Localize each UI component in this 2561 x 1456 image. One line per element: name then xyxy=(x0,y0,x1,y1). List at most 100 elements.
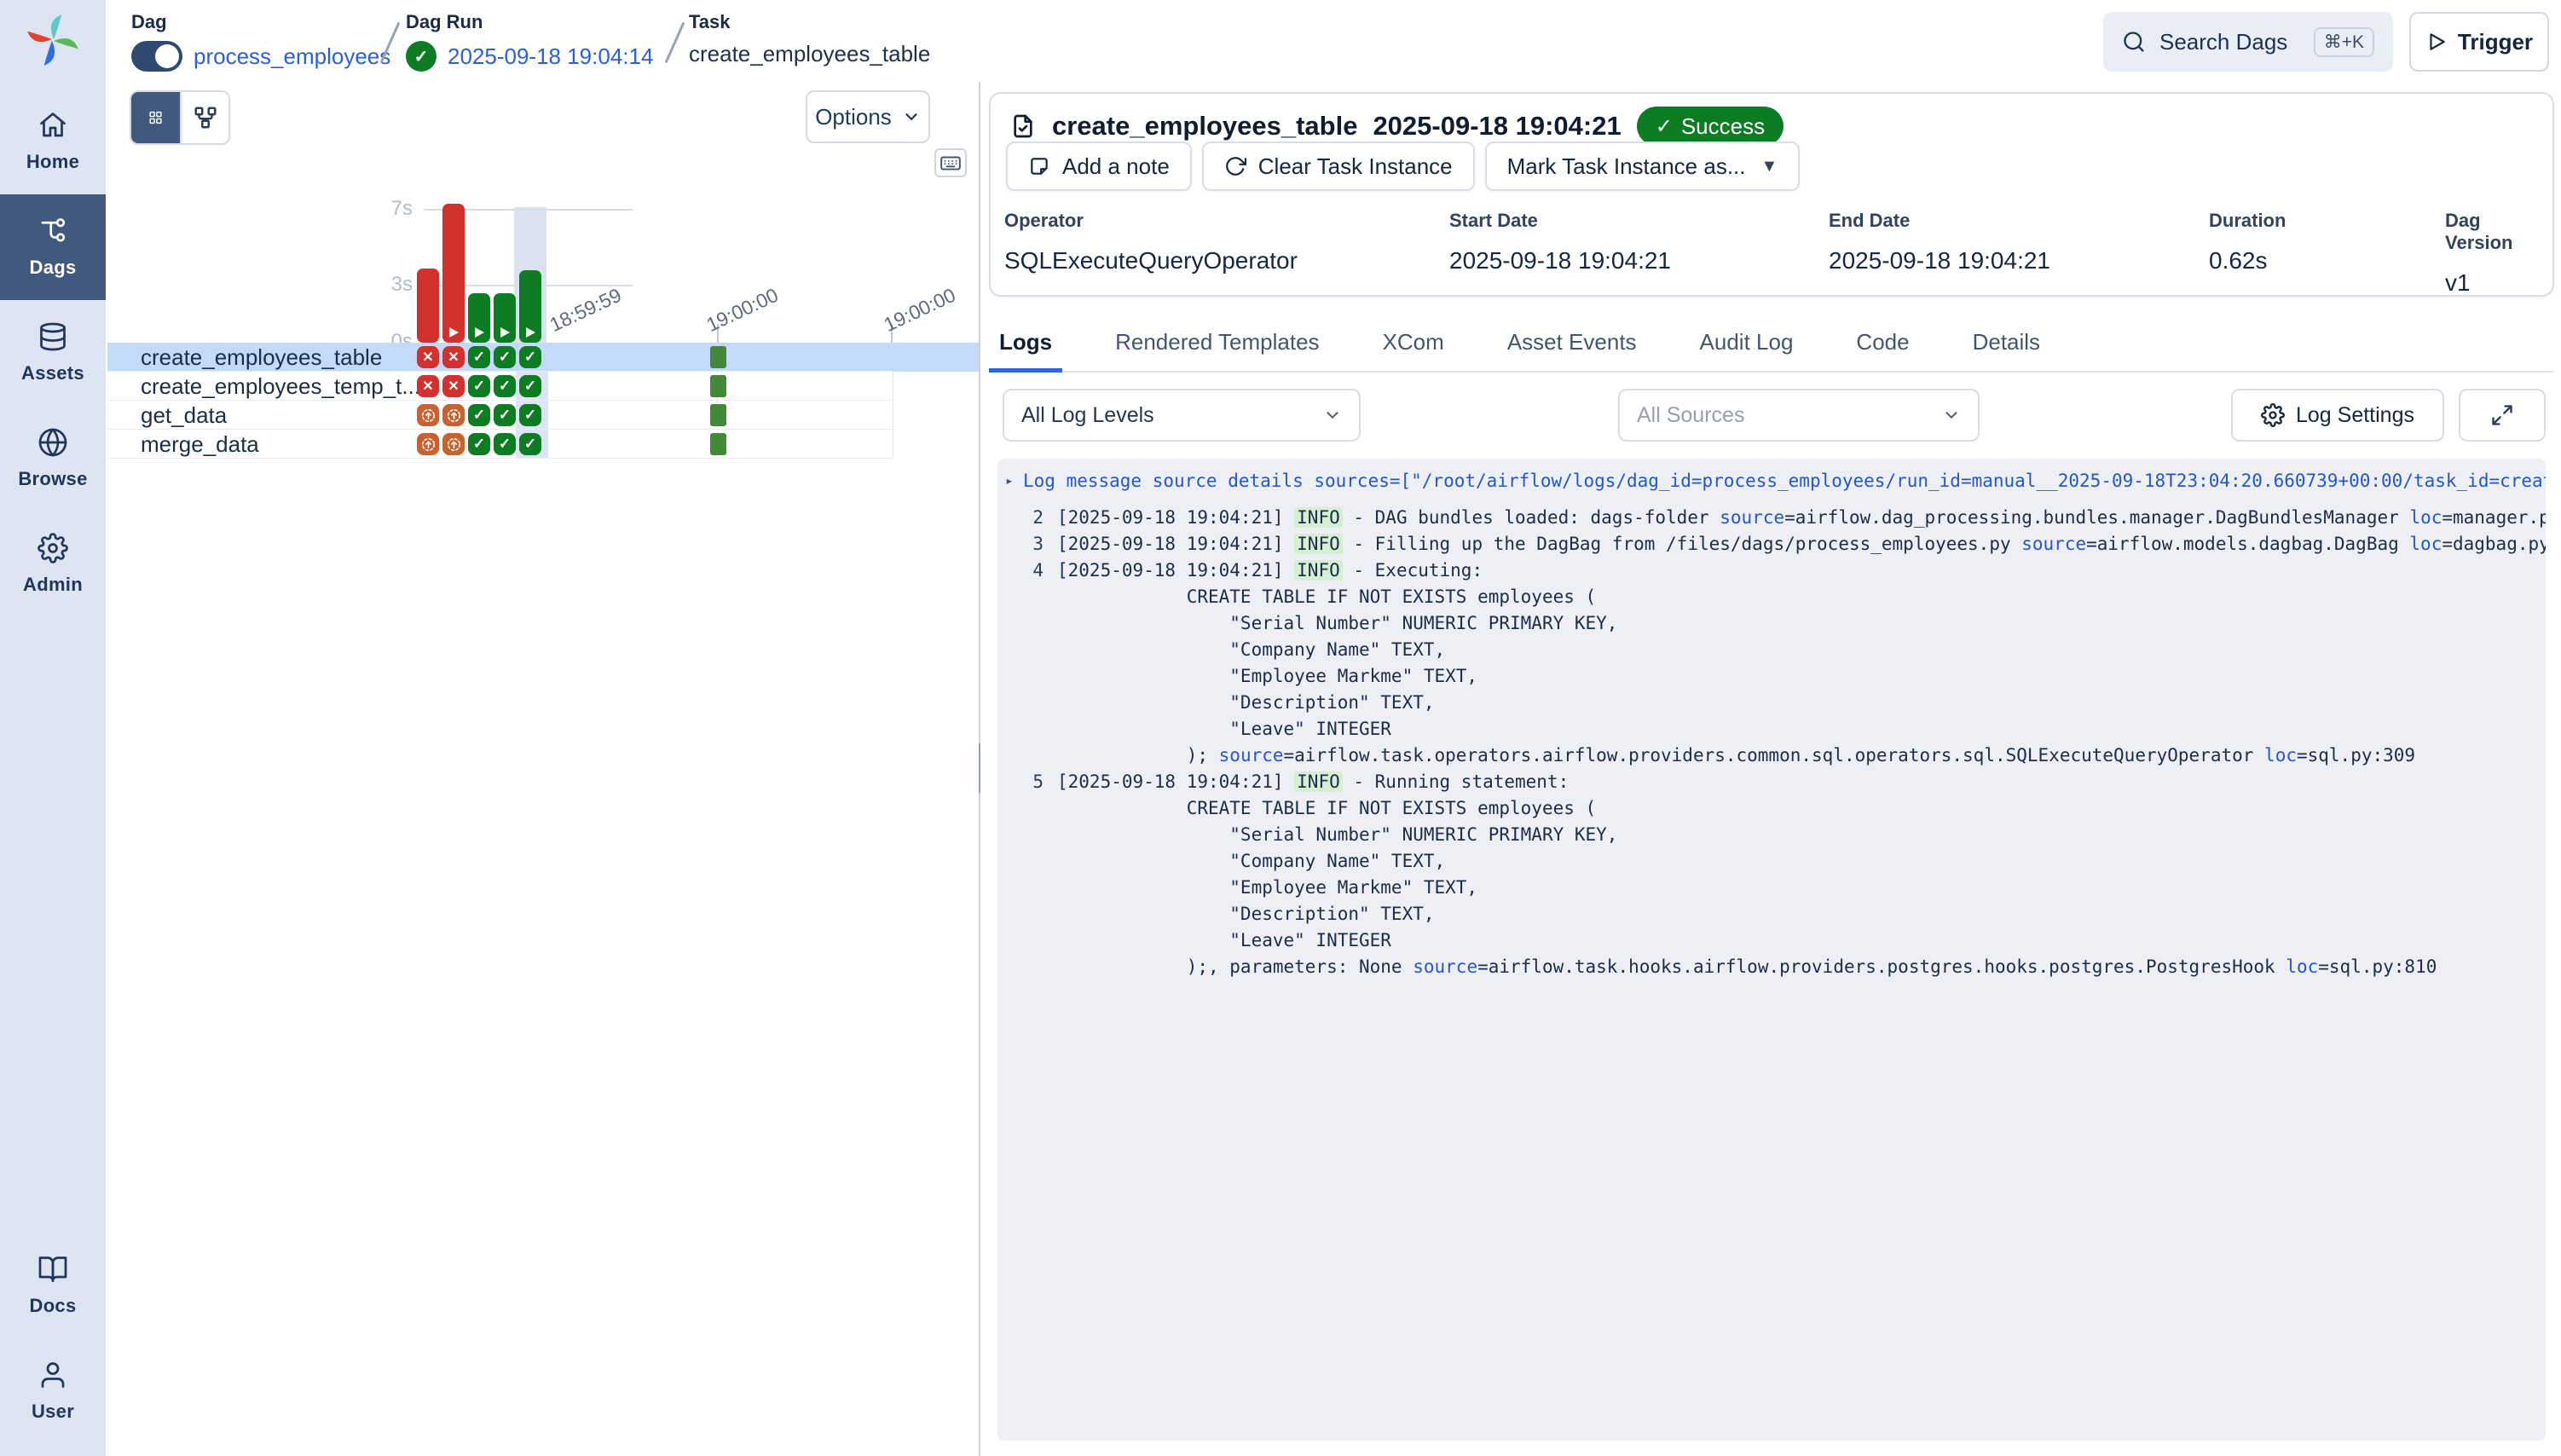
task-instance-square-success[interactable] xyxy=(710,375,726,397)
sidebar-item-label: Docs xyxy=(30,1295,77,1317)
trigger-label: Trigger xyxy=(2458,29,2533,55)
log-segment: [2025-09-18 19:04:21] xyxy=(1057,507,1294,528)
task-instance-square-failed[interactable]: ✕ xyxy=(417,375,439,397)
log-line-text: [2025-09-18 19:04:21] INFO - Executing: xyxy=(1057,560,1483,581)
sidebar-item-label: Browse xyxy=(18,468,87,490)
dag-pause-toggle[interactable] xyxy=(131,41,182,72)
task-instance-square-success[interactable]: ✓ xyxy=(468,404,490,426)
log-line: ); source=airflow.task.operators.airflow… xyxy=(997,742,2546,768)
log-line-number: 3 xyxy=(1004,534,1043,554)
x-axis-label: 19:00:00 xyxy=(703,284,783,337)
log-collapse-icon[interactable]: ▸ xyxy=(1005,472,1023,488)
task-instance-square-success[interactable]: ✓ xyxy=(494,433,516,455)
task-instance-square-upstream_failed[interactable] xyxy=(442,404,465,426)
log-segment: =manager.py: xyxy=(2442,507,2546,528)
task-row[interactable]: create_employees_temp_t...✕✕✓✓✓ xyxy=(107,372,979,401)
task-row[interactable]: merge_data✓✓✓ xyxy=(107,430,979,459)
task-instance-square-success[interactable]: ✓ xyxy=(519,404,541,426)
dag-run-duration-bar[interactable] xyxy=(417,269,439,343)
tab-asset-events[interactable]: Asset Events xyxy=(1497,312,1647,373)
tab-logs[interactable]: Logs xyxy=(989,312,1062,373)
sidebar-item-label: User xyxy=(32,1401,74,1423)
tab-xcom[interactable]: XCom xyxy=(1373,312,1454,373)
task-name[interactable]: merge_data xyxy=(141,430,259,459)
task-instance-square-failed[interactable]: ✕ xyxy=(442,346,465,368)
breadcrumb-task: Task create_employees_table xyxy=(689,11,930,67)
sidebar-item-docs[interactable]: Docs xyxy=(0,1233,106,1338)
task-instance-square-success[interactable]: ✓ xyxy=(519,346,541,368)
log-line: "Serial Number" NUMERIC PRIMARY KEY, xyxy=(997,821,2546,847)
task-name[interactable]: get_data xyxy=(141,401,227,430)
log-line-text: "Leave" INTEGER xyxy=(1057,930,1391,950)
task-instance-square-upstream_failed[interactable] xyxy=(442,433,465,455)
breadcrumb-dag-run-label: Dag Run xyxy=(406,11,653,33)
task-instance-square-failed[interactable]: ✕ xyxy=(442,375,465,397)
fullscreen-button[interactable] xyxy=(2459,389,2546,442)
tab-code[interactable]: Code xyxy=(1846,312,1919,373)
sidebar-item-assets[interactable]: Assets xyxy=(0,300,106,406)
task-instance-square-upstream_failed[interactable] xyxy=(417,404,439,426)
log-level-select[interactable]: All Log Levels xyxy=(1003,389,1361,442)
task-instance-square-upstream_failed[interactable] xyxy=(417,433,439,455)
trigger-button[interactable]: Trigger xyxy=(2409,12,2549,72)
log-line-text: [2025-09-18 19:04:21] INFO - DAG bundles… xyxy=(1057,507,2546,528)
log-segment: "Employee Markme" TEXT, xyxy=(1057,877,1477,898)
task-name[interactable]: create_employees_temp_t... xyxy=(141,372,420,401)
breadcrumb-dag-run-link[interactable]: 2025-09-18 19:04:14 xyxy=(448,43,653,70)
search-dags-label: Search Dags xyxy=(2159,29,2287,55)
chevron-down-icon xyxy=(1323,406,1342,425)
task-instance-square-success[interactable]: ✓ xyxy=(494,375,516,397)
log-source-select[interactable]: All Sources xyxy=(1618,389,1980,442)
task-row[interactable]: get_data✓✓✓ xyxy=(107,401,979,430)
user-icon xyxy=(38,1360,68,1390)
log-line-text: "Employee Markme" TEXT, xyxy=(1057,666,1477,686)
meta-label: Start Date xyxy=(1449,210,1671,232)
tab-details[interactable]: Details xyxy=(1963,312,2050,373)
task-instance-square-success[interactable] xyxy=(710,433,726,455)
sidebar-item-admin[interactable]: Admin xyxy=(0,511,106,617)
log-segment: "Company Name" TEXT, xyxy=(1057,639,1445,660)
log-output[interactable]: ▸Log message source details sources=["/r… xyxy=(997,459,2546,1441)
search-dags-button[interactable]: Search Dags ⌘+K xyxy=(2103,12,2393,72)
y-axis-label: 3s xyxy=(361,273,413,297)
sidebar-item-dags[interactable]: Dags xyxy=(0,194,106,300)
dag-run-duration-bar[interactable] xyxy=(442,204,465,343)
log-line-number: 2 xyxy=(1004,507,1043,528)
task-instance-square-failed[interactable]: ✕ xyxy=(417,346,439,368)
log-segment: "Description" TEXT, xyxy=(1057,904,1435,924)
task-row[interactable]: create_employees_table✕✕✓✓✓ xyxy=(107,343,979,372)
sidebar-item-user[interactable]: User xyxy=(0,1338,106,1444)
log-segment: INFO xyxy=(1294,560,1343,581)
log-segment: );, parameters: None xyxy=(1057,956,1413,977)
tab-rendered-templates[interactable]: Rendered Templates xyxy=(1105,312,1329,373)
dag-run-duration-bar[interactable] xyxy=(519,270,541,343)
task-instance-square-success[interactable]: ✓ xyxy=(519,375,541,397)
log-line-text: "Employee Markme" TEXT, xyxy=(1057,877,1477,898)
dag-run-duration-bar[interactable] xyxy=(494,293,516,343)
task-name[interactable]: create_employees_table xyxy=(141,343,382,372)
task-instance-square-success[interactable]: ✓ xyxy=(468,375,490,397)
tab-audit-log[interactable]: Audit Log xyxy=(1690,312,1804,373)
gear-icon xyxy=(2261,403,2285,427)
log-segment: "Employee Markme" TEXT, xyxy=(1057,666,1477,686)
task-instance-square-success[interactable]: ✓ xyxy=(468,433,490,455)
meta-duration: Duration0.62s xyxy=(2209,210,2286,274)
log-settings-button[interactable]: Log Settings xyxy=(2231,389,2444,442)
grid-panel: Options 0s3s7s18:59:5919:00:0019:00:00 c… xyxy=(106,82,979,1456)
log-segment: =airflow.models.dagbag.DagBag xyxy=(2086,534,2409,554)
task-instance-square-success[interactable] xyxy=(710,346,726,368)
sidebar-item-browse[interactable]: Browse xyxy=(0,406,106,511)
airflow-logo-icon[interactable] xyxy=(25,12,81,68)
task-instance-square-success[interactable]: ✓ xyxy=(494,404,516,426)
task-instance-square-success[interactable]: ✓ xyxy=(468,346,490,368)
log-line: "Description" TEXT, xyxy=(997,900,2546,927)
breadcrumb-dag-link[interactable]: process_employees xyxy=(194,43,390,70)
log-segment: - Running statement: xyxy=(1343,771,1570,792)
log-line: "Leave" INTEGER xyxy=(997,715,2546,742)
sidebar-item-label: Assets xyxy=(21,362,84,384)
task-instance-square-success[interactable]: ✓ xyxy=(519,433,541,455)
sidebar-item-home[interactable]: Home xyxy=(0,89,106,194)
dag-run-duration-bar[interactable] xyxy=(468,293,490,343)
task-instance-square-success[interactable]: ✓ xyxy=(494,346,516,368)
task-instance-square-success[interactable] xyxy=(710,404,726,426)
